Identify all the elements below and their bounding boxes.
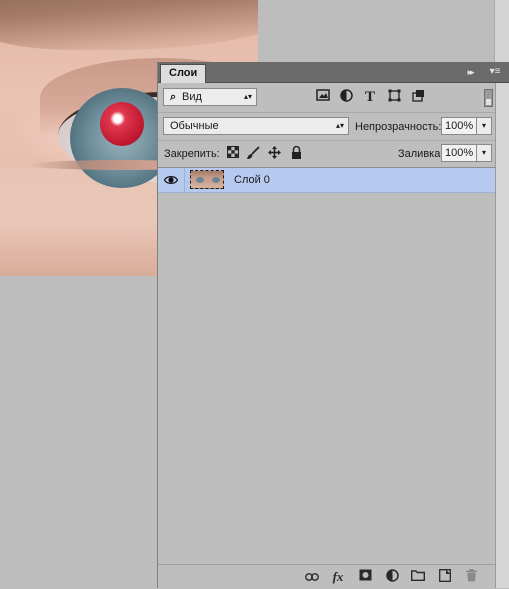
- eye-icon: [164, 176, 178, 184]
- smart-object-filter-icon[interactable]: [410, 89, 426, 105]
- mask-icon[interactable]: [357, 569, 373, 585]
- blend-row: Обычные ▴▾ Непрозрачность: 100% ▾: [158, 113, 495, 141]
- new-layer-icon[interactable]: [437, 569, 453, 585]
- panel-header: Слои ▸▸ ▾≡: [158, 62, 509, 83]
- lock-all-icon[interactable]: [289, 145, 304, 161]
- layer-row[interactable]: Слой 0: [158, 168, 495, 193]
- adjustment-layer-icon[interactable]: [384, 569, 400, 585]
- lock-label: Закрепить:: [164, 148, 220, 160]
- filter-toggle-switch[interactable]: [484, 89, 493, 107]
- opacity-input[interactable]: 100%: [441, 117, 477, 135]
- layer-list: Слой 0: [158, 168, 495, 564]
- layers-scrollbar[interactable]: [495, 83, 509, 588]
- panel-footer: fx: [158, 564, 495, 589]
- filter-row: ⌕ Вид ▴▾ T: [158, 83, 495, 113]
- panel-menu-icon[interactable]: ▾≡: [486, 65, 504, 79]
- link-icon[interactable]: [304, 569, 320, 585]
- fill-dropdown-icon[interactable]: ▾: [476, 144, 492, 162]
- search-icon: ⌕: [170, 91, 177, 103]
- opacity-dropdown-icon[interactable]: ▾: [476, 117, 492, 135]
- filter-kind-label: Вид: [182, 91, 202, 103]
- fx-icon[interactable]: fx: [330, 569, 346, 585]
- layers-panel: Слои ▸▸ ▾≡ ⌕ Вид ▴▾ T Обычные ▴▾ Непрозр…: [157, 62, 509, 589]
- updown-arrow-icon: ▴▾: [243, 92, 252, 101]
- tab-layers[interactable]: Слои: [160, 64, 207, 83]
- type-filter-icon[interactable]: T: [362, 89, 378, 105]
- group-folder-icon[interactable]: [410, 569, 426, 585]
- updown-arrow-icon: ▴▾: [335, 121, 344, 130]
- opacity-label: Непрозрачность:: [355, 121, 442, 133]
- visibility-toggle[interactable]: [158, 168, 185, 192]
- fill-label: Заливка:: [398, 148, 444, 160]
- layer-name[interactable]: Слой 0: [234, 174, 270, 186]
- shape-filter-icon[interactable]: [386, 89, 402, 105]
- layer-thumbnail[interactable]: [190, 170, 224, 189]
- fill-input[interactable]: 100%: [441, 144, 477, 162]
- lock-transparent-icon[interactable]: [225, 146, 240, 161]
- lock-position-icon[interactable]: [267, 146, 282, 161]
- blend-mode-value: Обычные: [170, 120, 219, 132]
- trash-icon[interactable]: [463, 569, 479, 585]
- blend-mode-select[interactable]: Обычные ▴▾: [163, 117, 349, 135]
- lock-pixels-icon[interactable]: [245, 146, 260, 161]
- lock-row: Закрепить: Заливка: 100% ▾: [158, 141, 495, 168]
- image-filter-icon[interactable]: [315, 89, 331, 105]
- filter-kind-select[interactable]: ⌕ Вид ▴▾: [163, 88, 257, 106]
- red-eye-pupil: [100, 102, 144, 146]
- adjustment-filter-icon[interactable]: [338, 89, 354, 105]
- collapse-panel-icon[interactable]: ▸▸: [462, 66, 478, 78]
